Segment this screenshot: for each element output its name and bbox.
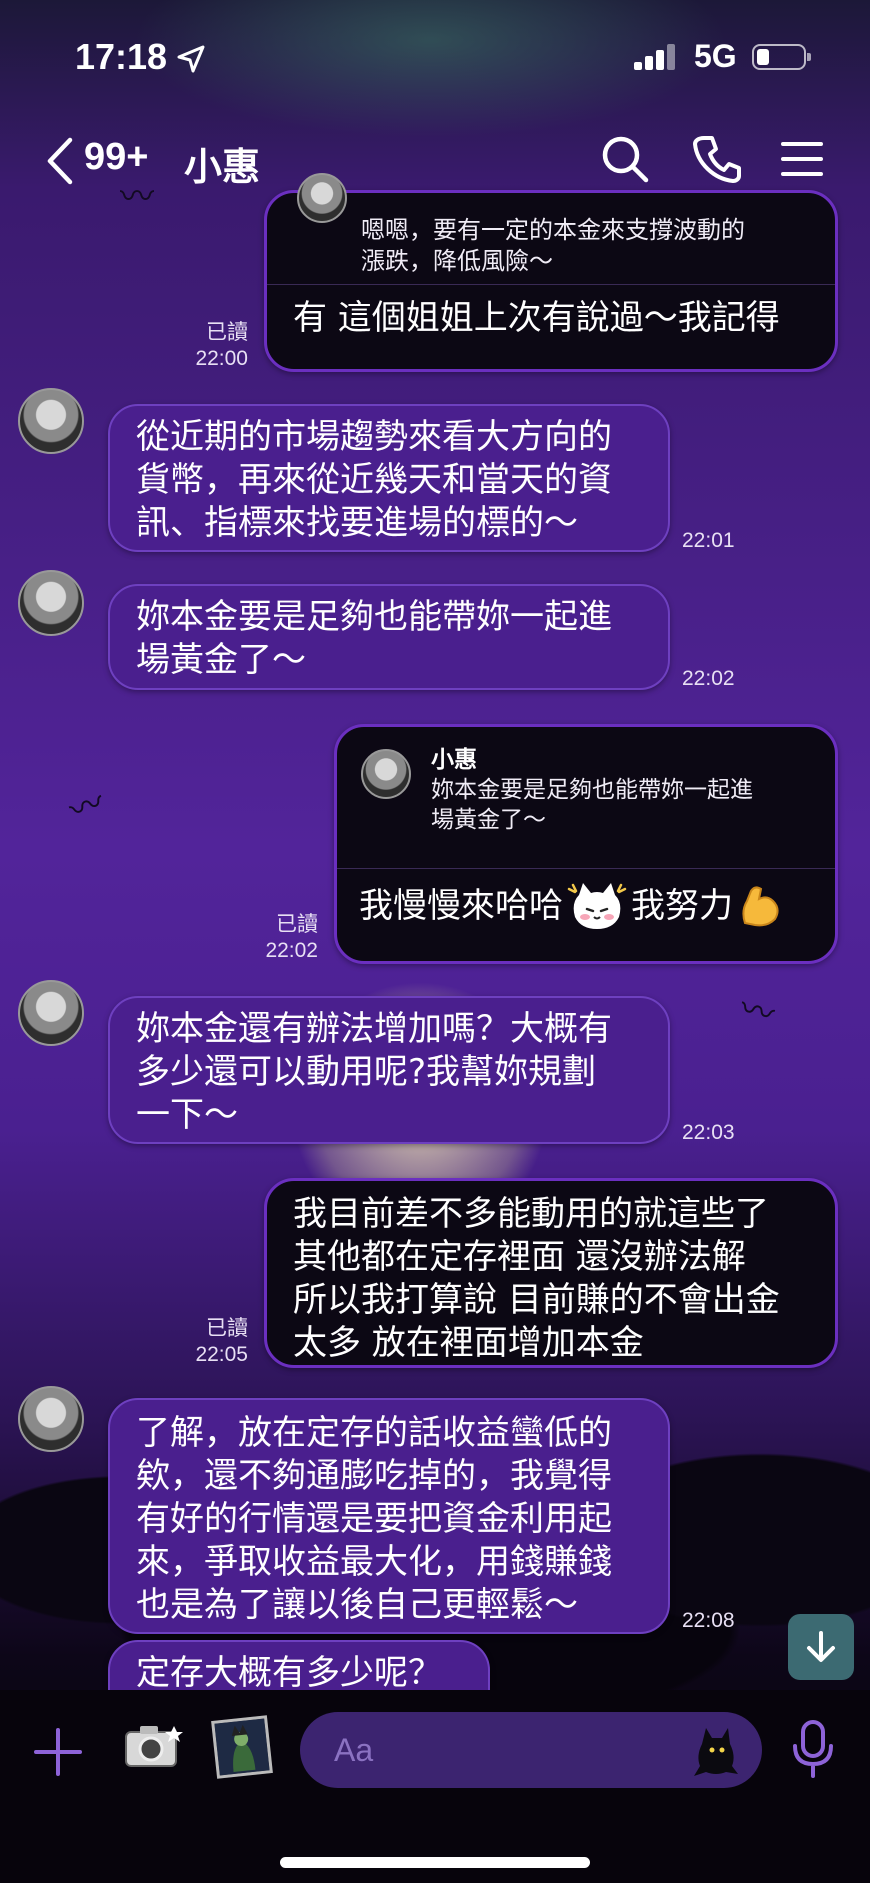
unread-count[interactable]: 99+: [84, 136, 148, 179]
flexed-biceps-icon: [742, 886, 779, 927]
quote-sender: 小惠: [431, 747, 477, 773]
quoted-message[interactable]: 嗯嗯，要有一定的本金來支撐波動的 漲跌，降低風險～: [267, 173, 835, 285]
scroll-down-button[interactable]: [788, 1614, 854, 1680]
message-input-bar: [0, 1690, 870, 1883]
message-time: 22:01: [682, 529, 735, 552]
cat-sticker-icon[interactable]: [688, 1720, 744, 1780]
avatar[interactable]: [18, 980, 84, 1046]
home-indicator[interactable]: [280, 1857, 590, 1868]
message-text-field[interactable]: [334, 1728, 654, 1772]
arrow-down-icon: [807, 1631, 835, 1662]
message-time: 22:03: [682, 1121, 735, 1144]
message-text: 我慢慢來哈哈: [359, 885, 563, 926]
read-status: 已讀: [276, 913, 318, 936]
camera-icon[interactable]: [124, 1722, 184, 1770]
avatar[interactable]: [18, 388, 84, 454]
message-received: 定存大概有多少呢？: [0, 1640, 870, 1690]
quote-text: 嗯嗯，要有一定的本金來支撐波動的 漲跌，降低風險～: [361, 216, 745, 275]
message-bubble[interactable]: 從近期的市場趨勢來看大方向的 貨幣，再來從近幾天和當天的資 訊、指標來找要進場的…: [108, 404, 670, 552]
message-bubble[interactable]: 了解，放在定存的話收益蠻低的 欸，還不夠通膨吃掉的，我覺得 有好的行情還是要把資…: [108, 1398, 670, 1634]
image-icon[interactable]: [211, 1715, 273, 1779]
message-bubble[interactable]: 妳本金還有辦法增加嗎？大概有 多少還可以動用呢?我幫妳規劃 一下～: [108, 996, 670, 1144]
message-text: 我努力: [631, 885, 733, 926]
location-arrow-icon: [177, 45, 205, 73]
network-type: 5G: [694, 38, 737, 74]
status-bar: 17:18 5G: [0, 0, 870, 110]
phone-icon[interactable]: [690, 132, 744, 186]
cat-emoji-icon: [567, 883, 627, 929]
signal-icon: [634, 44, 678, 70]
read-status: 已讀: [206, 321, 248, 344]
battery-icon: [752, 44, 811, 70]
read-status: 已讀: [206, 1317, 248, 1340]
search-icon[interactable]: [598, 132, 652, 186]
quote-text: 妳本金要是足夠也能帶妳一起進 場黃金了～: [431, 777, 753, 833]
chat-title: 小惠: [184, 145, 261, 189]
microphone-icon[interactable]: [788, 1718, 838, 1780]
message-input[interactable]: [300, 1712, 762, 1788]
message-bubble[interactable]: 小惠 妳本金要是足夠也能帶妳一起進 場黃金了～ 我慢慢來哈哈 我努力: [334, 724, 838, 964]
menu-icon[interactable]: [775, 132, 829, 186]
message-time: 22:00: [195, 347, 248, 370]
chevron-left-icon[interactable]: [42, 136, 78, 186]
status-time: 17:18: [75, 36, 168, 77]
message-time: 22:02: [265, 939, 318, 962]
avatar: [361, 749, 411, 799]
message-time: 22:08: [682, 1609, 735, 1632]
plus-icon[interactable]: [32, 1726, 84, 1778]
message-text: 有 這個姐姐上次有說過～我記得: [293, 298, 780, 338]
avatar[interactable]: [18, 1386, 84, 1452]
message-bubble[interactable]: 我目前差不多能動用的就這些了 其他都在定存裡面 還沒辦法解 所以我打算說 目前賺…: [264, 1178, 838, 1368]
message-bubble[interactable]: 妳本金要是足夠也能帶妳一起進 場黃金了～: [108, 584, 670, 690]
message-time: 22:02: [682, 667, 735, 690]
avatar: [297, 173, 347, 223]
message-bubble[interactable]: 定存大概有多少呢？: [108, 1640, 490, 1690]
message-time: 22:05: [195, 1343, 248, 1366]
quoted-message[interactable]: 小惠 妳本金要是足夠也能帶妳一起進 場黃金了～: [337, 727, 835, 869]
avatar[interactable]: [18, 570, 84, 636]
message-bubble[interactable]: 嗯嗯，要有一定的本金來支撐波動的 漲跌，降低風險～ 有 這個姐姐上次有說過～我記…: [264, 173, 838, 372]
